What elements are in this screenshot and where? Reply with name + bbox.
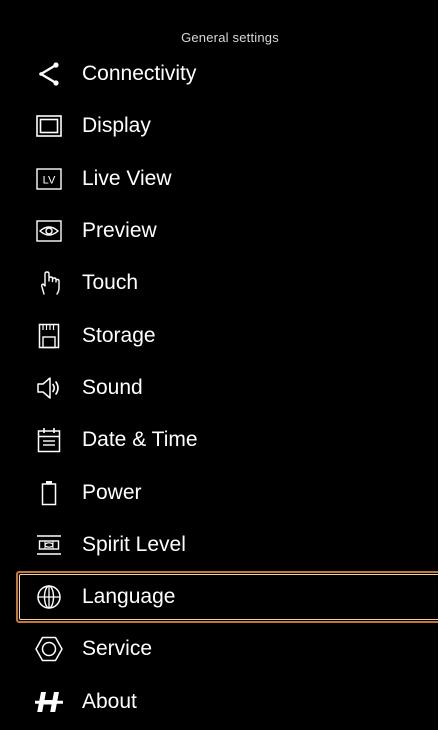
menu-item-label: Preview [82, 219, 157, 243]
menu-item-label: Connectivity [82, 62, 197, 86]
menu-item-display[interactable]: Display [0, 100, 438, 152]
menu-item-date-time[interactable]: Date & Time [0, 414, 438, 466]
menu-item-touch[interactable]: Touch [0, 257, 438, 309]
menu-item-service[interactable]: Service [0, 623, 438, 675]
menu-item-label: Power [82, 480, 142, 504]
menu-item-label: Date & Time [82, 428, 198, 452]
page-title: General settings [181, 30, 279, 45]
menu-item-power[interactable]: Power [0, 466, 438, 518]
menu-item-live-view[interactable]: LV Live View [0, 153, 438, 205]
menu-item-label: Sound [82, 375, 143, 399]
menu-item-label: Touch [82, 271, 139, 295]
battery-icon [34, 478, 64, 508]
hexagon-icon [34, 634, 64, 664]
menu-item-about[interactable]: About [0, 676, 438, 728]
h-logo-icon [34, 687, 64, 717]
hand-touch-icon [34, 268, 64, 298]
menu-item-label: Service [82, 637, 153, 661]
menu-item-label: Spirit Level [82, 532, 186, 556]
spirit-level-icon [34, 530, 64, 560]
menu-item-connectivity[interactable]: Connectivity [0, 48, 438, 100]
settings-screen: General settings Connectivity Display LV… [0, 0, 438, 730]
memory-card-icon [34, 321, 64, 351]
menu-item-preview[interactable]: Preview [0, 205, 438, 257]
share-icon [34, 59, 64, 89]
display-icon [34, 111, 64, 141]
svg-text:LV: LV [43, 174, 56, 186]
menu-item-label: Display [82, 114, 151, 138]
globe-icon [34, 582, 64, 612]
menu-item-spirit-level[interactable]: Spirit Level [0, 519, 438, 571]
eye-icon [34, 216, 64, 246]
live-view-icon: LV [34, 164, 64, 194]
settings-menu: Connectivity Display LV Live View Previe… [0, 48, 438, 728]
calendar-icon [34, 425, 64, 455]
menu-item-language[interactable]: Language [0, 570, 438, 624]
menu-item-sound[interactable]: Sound [0, 362, 438, 414]
menu-item-label: Storage [82, 323, 156, 347]
menu-item-storage[interactable]: Storage [0, 309, 438, 361]
menu-item-label: Language [82, 585, 176, 609]
menu-item-label: About [82, 689, 137, 713]
menu-item-label: Live View [82, 166, 172, 190]
speaker-icon [34, 373, 64, 403]
